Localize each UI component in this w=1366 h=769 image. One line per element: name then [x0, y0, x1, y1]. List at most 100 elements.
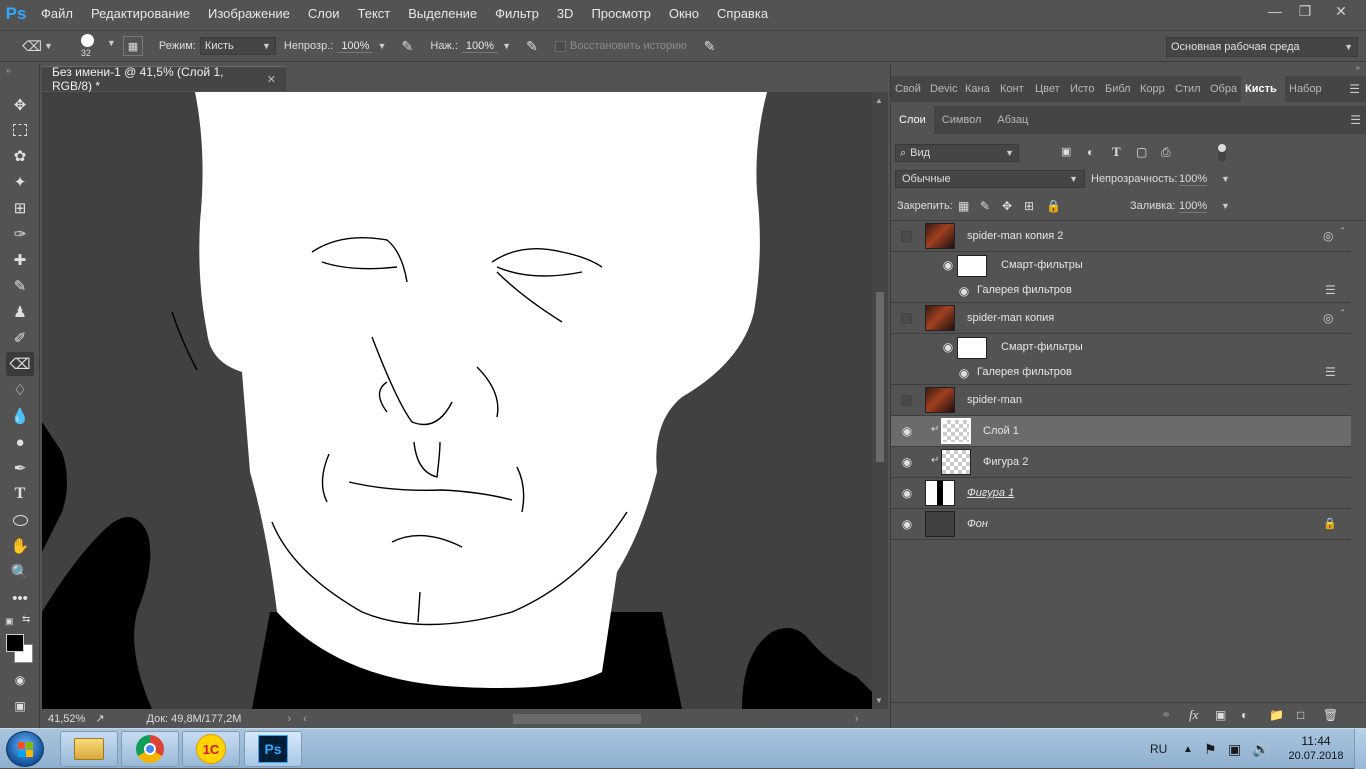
- swap-colors-icon[interactable]: ⇆: [22, 614, 30, 625]
- opacity-value[interactable]: 100%: [337, 40, 374, 53]
- status-menu-icon[interactable]: ›: [287, 713, 291, 725]
- new-group-icon[interactable]: 📁: [1269, 708, 1284, 722]
- menu-layers[interactable]: Слои: [299, 0, 349, 28]
- eye-icon[interactable]: ◉: [900, 486, 914, 500]
- taskbar-explorer[interactable]: [60, 731, 118, 767]
- start-button[interactable]: [6, 731, 44, 767]
- layers-menu-icon[interactable]: ☰: [1350, 106, 1361, 134]
- new-layer-icon[interactable]: □: [1297, 708, 1304, 722]
- minimize-button[interactable]: —: [1260, 0, 1290, 22]
- shape-filter-icon[interactable]: ▢: [1136, 145, 1147, 159]
- canvas[interactable]: [42, 92, 872, 709]
- layer-row-selected[interactable]: ◉ ↵ Слой 1: [891, 416, 1351, 447]
- scroll-right-icon[interactable]: ›: [855, 713, 859, 725]
- close-window-button[interactable]: ✕: [1324, 0, 1358, 22]
- fill-value[interactable]: 100%: [1179, 200, 1208, 213]
- eye-icon[interactable]: ◉: [957, 284, 971, 298]
- blur-tool-icon[interactable]: 💧: [6, 404, 34, 428]
- filter-gallery-row[interactable]: ◉ Галерея фильтров ☰: [891, 361, 1351, 385]
- size-pressure-icon[interactable]: ✎: [699, 38, 721, 55]
- dodge-tool-icon[interactable]: ●: [6, 430, 34, 454]
- lock-all-icon[interactable]: 🔒: [1046, 199, 1061, 213]
- link-layers-icon[interactable]: ⚭: [1161, 708, 1171, 722]
- layer-filter-select[interactable]: ⌕ Вид ▼: [895, 144, 1019, 162]
- history-brush-tool-icon[interactable]: ✐: [6, 326, 34, 350]
- menu-filter[interactable]: Фильтр: [486, 0, 548, 28]
- menu-3d[interactable]: 3D: [548, 0, 583, 28]
- collapse-toolbar-icon[interactable]: »: [6, 66, 10, 75]
- adjustment-filter-icon[interactable]: ◐: [1087, 145, 1094, 159]
- layer-name[interactable]: Фигура 1: [967, 487, 1014, 499]
- network-icon[interactable]: ▣: [1228, 729, 1241, 769]
- workspace-select[interactable]: Основная рабочая среда ▼: [1166, 37, 1358, 57]
- layer-name[interactable]: spider-man копия: [967, 312, 1054, 324]
- tab-paragraph[interactable]: Абзац: [989, 106, 1036, 134]
- clone-stamp-tool-icon[interactable]: ♟: [6, 300, 34, 324]
- hand-tool-icon[interactable]: ✋: [6, 534, 34, 558]
- type-filter-icon[interactable]: T: [1112, 144, 1121, 160]
- scroll-up-icon[interactable]: ▲: [875, 96, 883, 105]
- menu-file[interactable]: Файл: [32, 0, 82, 28]
- filter-gallery-row[interactable]: ◉ Галерея фильтров ☰: [891, 279, 1351, 303]
- clock[interactable]: 11:44 20.07.2018: [1286, 734, 1346, 762]
- opacity-pressure-icon[interactable]: ✎: [396, 38, 418, 55]
- layer-row[interactable]: ◉ Фигура 1: [891, 478, 1351, 509]
- smart-object-filter-icon[interactable]: ⎙: [1161, 145, 1171, 160]
- restore-button[interactable]: ❐: [1290, 0, 1320, 22]
- lock-transparency-icon[interactable]: ▦: [958, 199, 969, 213]
- filter-toggle[interactable]: [1218, 144, 1226, 162]
- show-desktop-button[interactable]: [1354, 729, 1366, 769]
- layer-name[interactable]: spider-man: [967, 394, 1022, 406]
- tab-libraries[interactable]: Библ: [1101, 76, 1136, 102]
- tab-brush[interactable]: Кисть: [1241, 76, 1285, 102]
- tab-channels[interactable]: Кана: [961, 76, 996, 102]
- volume-icon[interactable]: 🔊: [1252, 729, 1269, 769]
- opacity-dropdown[interactable]: ▼: [377, 41, 386, 51]
- layer-name[interactable]: spider-man копия 2: [967, 230, 1063, 242]
- menu-type[interactable]: Текст: [349, 0, 400, 28]
- tab-adjustments[interactable]: Корр: [1136, 76, 1171, 102]
- tab-styles[interactable]: Стил: [1171, 76, 1206, 102]
- fx-icon[interactable]: fx: [1189, 707, 1198, 723]
- eye-icon[interactable]: ◉: [957, 366, 971, 380]
- eraser-tool-icon[interactable]: ⌫: [20, 38, 44, 55]
- close-document-icon[interactable]: ✕: [267, 73, 276, 86]
- layer-row[interactable]: ◉ Фон 🔒: [891, 509, 1351, 540]
- layer-opacity-value[interactable]: 100%: [1179, 173, 1208, 186]
- menu-view[interactable]: Просмотр: [582, 0, 659, 28]
- zoom-tool-icon[interactable]: 🔍: [6, 560, 34, 584]
- eye-icon[interactable]: ◉: [900, 424, 914, 438]
- menu-help[interactable]: Справка: [708, 0, 777, 28]
- taskbar-photoshop[interactable]: Ps: [244, 731, 302, 767]
- mode-select[interactable]: Кисть ▼: [199, 37, 276, 55]
- vertical-scroll-thumb[interactable]: [876, 292, 884, 462]
- layer-row[interactable]: spider-man: [891, 385, 1351, 416]
- add-mask-icon[interactable]: ▣: [1215, 708, 1226, 722]
- foreground-color-swatch[interactable]: [6, 634, 24, 652]
- menu-image[interactable]: Изображение: [199, 0, 299, 28]
- quick-mask-icon[interactable]: ◉: [6, 668, 34, 692]
- pressure-value[interactable]: 100%: [461, 40, 499, 53]
- taskbar-1c[interactable]: 1С: [182, 731, 240, 767]
- menu-edit[interactable]: Редактирование: [82, 0, 199, 28]
- eye-icon[interactable]: ◉: [900, 517, 914, 531]
- filter-blending-options-icon[interactable]: ☰: [1325, 283, 1336, 297]
- tab-samples[interactable]: Обра: [1206, 76, 1241, 102]
- tab-color[interactable]: Цвет: [1031, 76, 1066, 102]
- crop-tool-icon[interactable]: ⊞: [6, 196, 34, 220]
- pen-tool-icon[interactable]: ✒: [6, 456, 34, 480]
- lock-position-icon[interactable]: ✥: [1002, 199, 1012, 213]
- layer-name[interactable]: Фигура 2: [983, 456, 1028, 468]
- fill-dropdown[interactable]: ▼: [1221, 201, 1230, 211]
- tab-brush-presets[interactable]: Набор: [1285, 76, 1327, 102]
- airbrush-icon[interactable]: ✎: [521, 38, 543, 55]
- pixel-filter-icon[interactable]: ▣: [1061, 145, 1071, 158]
- menu-select[interactable]: Выделение: [399, 0, 486, 28]
- default-colors-icon[interactable]: ▣: [5, 616, 14, 627]
- layer-name[interactable]: Фон: [967, 518, 988, 530]
- more-tools-icon[interactable]: •••: [6, 586, 34, 610]
- layer-opacity-dropdown[interactable]: ▼: [1221, 174, 1230, 184]
- lock-pixels-icon[interactable]: ✎: [980, 199, 990, 213]
- collapse-icon[interactable]: ˆ: [1341, 227, 1344, 238]
- eye-icon[interactable]: ◉: [941, 340, 955, 354]
